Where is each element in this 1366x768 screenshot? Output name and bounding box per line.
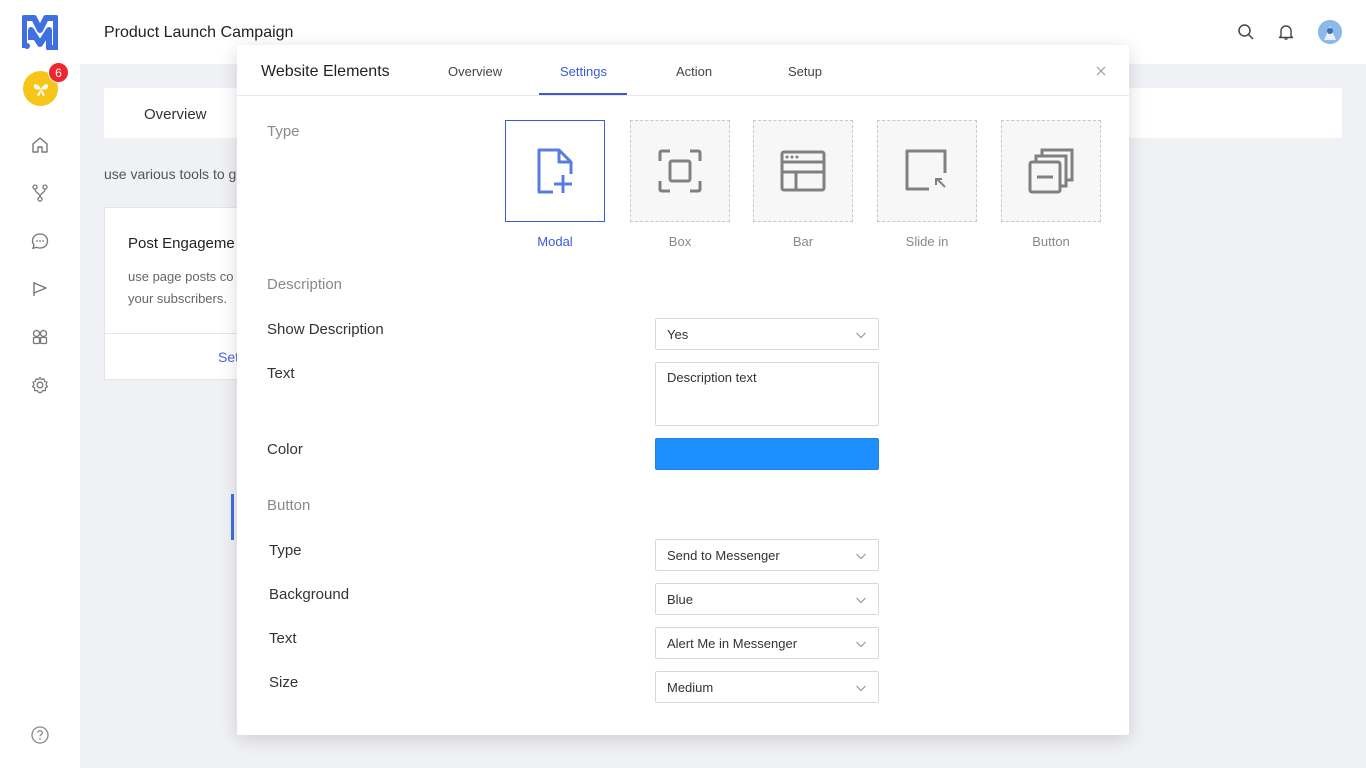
modal-icon — [537, 148, 573, 194]
close-icon[interactable] — [1094, 64, 1108, 78]
page-title: Product Launch Campaign — [104, 24, 294, 41]
background-hint-text: use various tools to g — [104, 166, 237, 182]
description-text-field[interactable]: Description text — [655, 362, 879, 426]
chevron-down-icon — [856, 332, 866, 339]
show-description-label: Show Description — [267, 321, 384, 338]
button-text-value: Alert Me in Messenger — [667, 636, 798, 651]
butterfly-icon — [33, 83, 48, 96]
button-size-select[interactable]: Medium — [655, 671, 879, 703]
tab-overview[interactable]: Overview — [448, 64, 502, 79]
button-type-value: Send to Messenger — [667, 548, 780, 563]
chevron-down-icon — [856, 641, 866, 648]
type-label-bar: Bar — [792, 234, 814, 249]
tab-action[interactable]: Action — [676, 64, 712, 79]
type-label-modal: Modal — [537, 234, 573, 249]
chevron-down-icon — [856, 685, 866, 692]
description-section-label: Description — [267, 276, 343, 293]
sidebar: 6 — [0, 0, 80, 768]
type-option-slide-in[interactable] — [877, 120, 977, 222]
button-background-label: Background — [269, 586, 350, 603]
button-background-value: Blue — [667, 592, 694, 607]
background-tab-overview[interactable]: Overview — [144, 106, 207, 123]
bar-icon — [780, 150, 826, 192]
button-text-label: Text — [269, 630, 297, 647]
card-title: Post Engageme — [128, 235, 235, 252]
logo-icon[interactable] — [22, 14, 58, 50]
type-label-box: Box — [668, 234, 692, 249]
modal-header: Website Elements Overview Settings Actio… — [237, 45, 1129, 96]
widgets-icon[interactable] — [30, 327, 50, 347]
tab-setup[interactable]: Setup — [788, 64, 822, 79]
box-icon — [658, 149, 702, 193]
button-icon — [1028, 148, 1074, 194]
notification-badge: 6 — [48, 62, 69, 83]
active-tab-indicator — [539, 93, 627, 95]
chevron-down-icon — [856, 597, 866, 604]
type-option-modal[interactable] — [505, 120, 605, 222]
button-size-value: Medium — [667, 680, 714, 695]
type-option-bar[interactable] — [753, 120, 853, 222]
button-size-label: Size — [269, 674, 299, 691]
modal-title: Website Elements — [261, 63, 390, 80]
card-description: use page posts co your subscribers. — [128, 269, 234, 306]
background-accent-line — [231, 494, 234, 540]
chat-icon[interactable] — [30, 231, 50, 251]
chevron-down-icon — [856, 553, 866, 560]
home-icon[interactable] — [30, 135, 50, 155]
button-background-select[interactable]: Blue — [655, 583, 879, 615]
description-text-label: Text — [267, 365, 295, 382]
card-setup-link[interactable]: Set — [218, 349, 239, 365]
flow-icon[interactable] — [30, 183, 50, 203]
type-label-button: Button — [1032, 234, 1070, 249]
bell-icon[interactable] — [1276, 22, 1296, 42]
type-section-label: Type — [267, 123, 300, 140]
type-label-slide-in: Slide in — [905, 234, 949, 249]
button-type-select[interactable]: Send to Messenger — [655, 539, 879, 571]
tab-settings[interactable]: Settings — [560, 64, 607, 79]
help-icon[interactable] — [30, 725, 50, 745]
campaign-icon[interactable] — [30, 279, 50, 299]
slide-in-icon — [905, 149, 947, 191]
user-avatar[interactable] — [1318, 20, 1342, 44]
button-type-label: Type — [269, 542, 302, 559]
show-description-select[interactable]: Yes — [655, 318, 879, 350]
type-option-box[interactable] — [630, 120, 730, 222]
button-text-select[interactable]: Alert Me in Messenger — [655, 627, 879, 659]
show-description-value: Yes — [667, 327, 689, 342]
color-picker[interactable] — [655, 438, 879, 470]
website-elements-modal: Website Elements Overview Settings Actio… — [237, 45, 1129, 735]
gear-icon[interactable] — [30, 375, 50, 395]
type-option-button[interactable] — [1001, 120, 1101, 222]
search-icon[interactable] — [1236, 22, 1256, 42]
button-section-label: Button — [267, 497, 311, 514]
color-label: Color — [267, 441, 303, 458]
